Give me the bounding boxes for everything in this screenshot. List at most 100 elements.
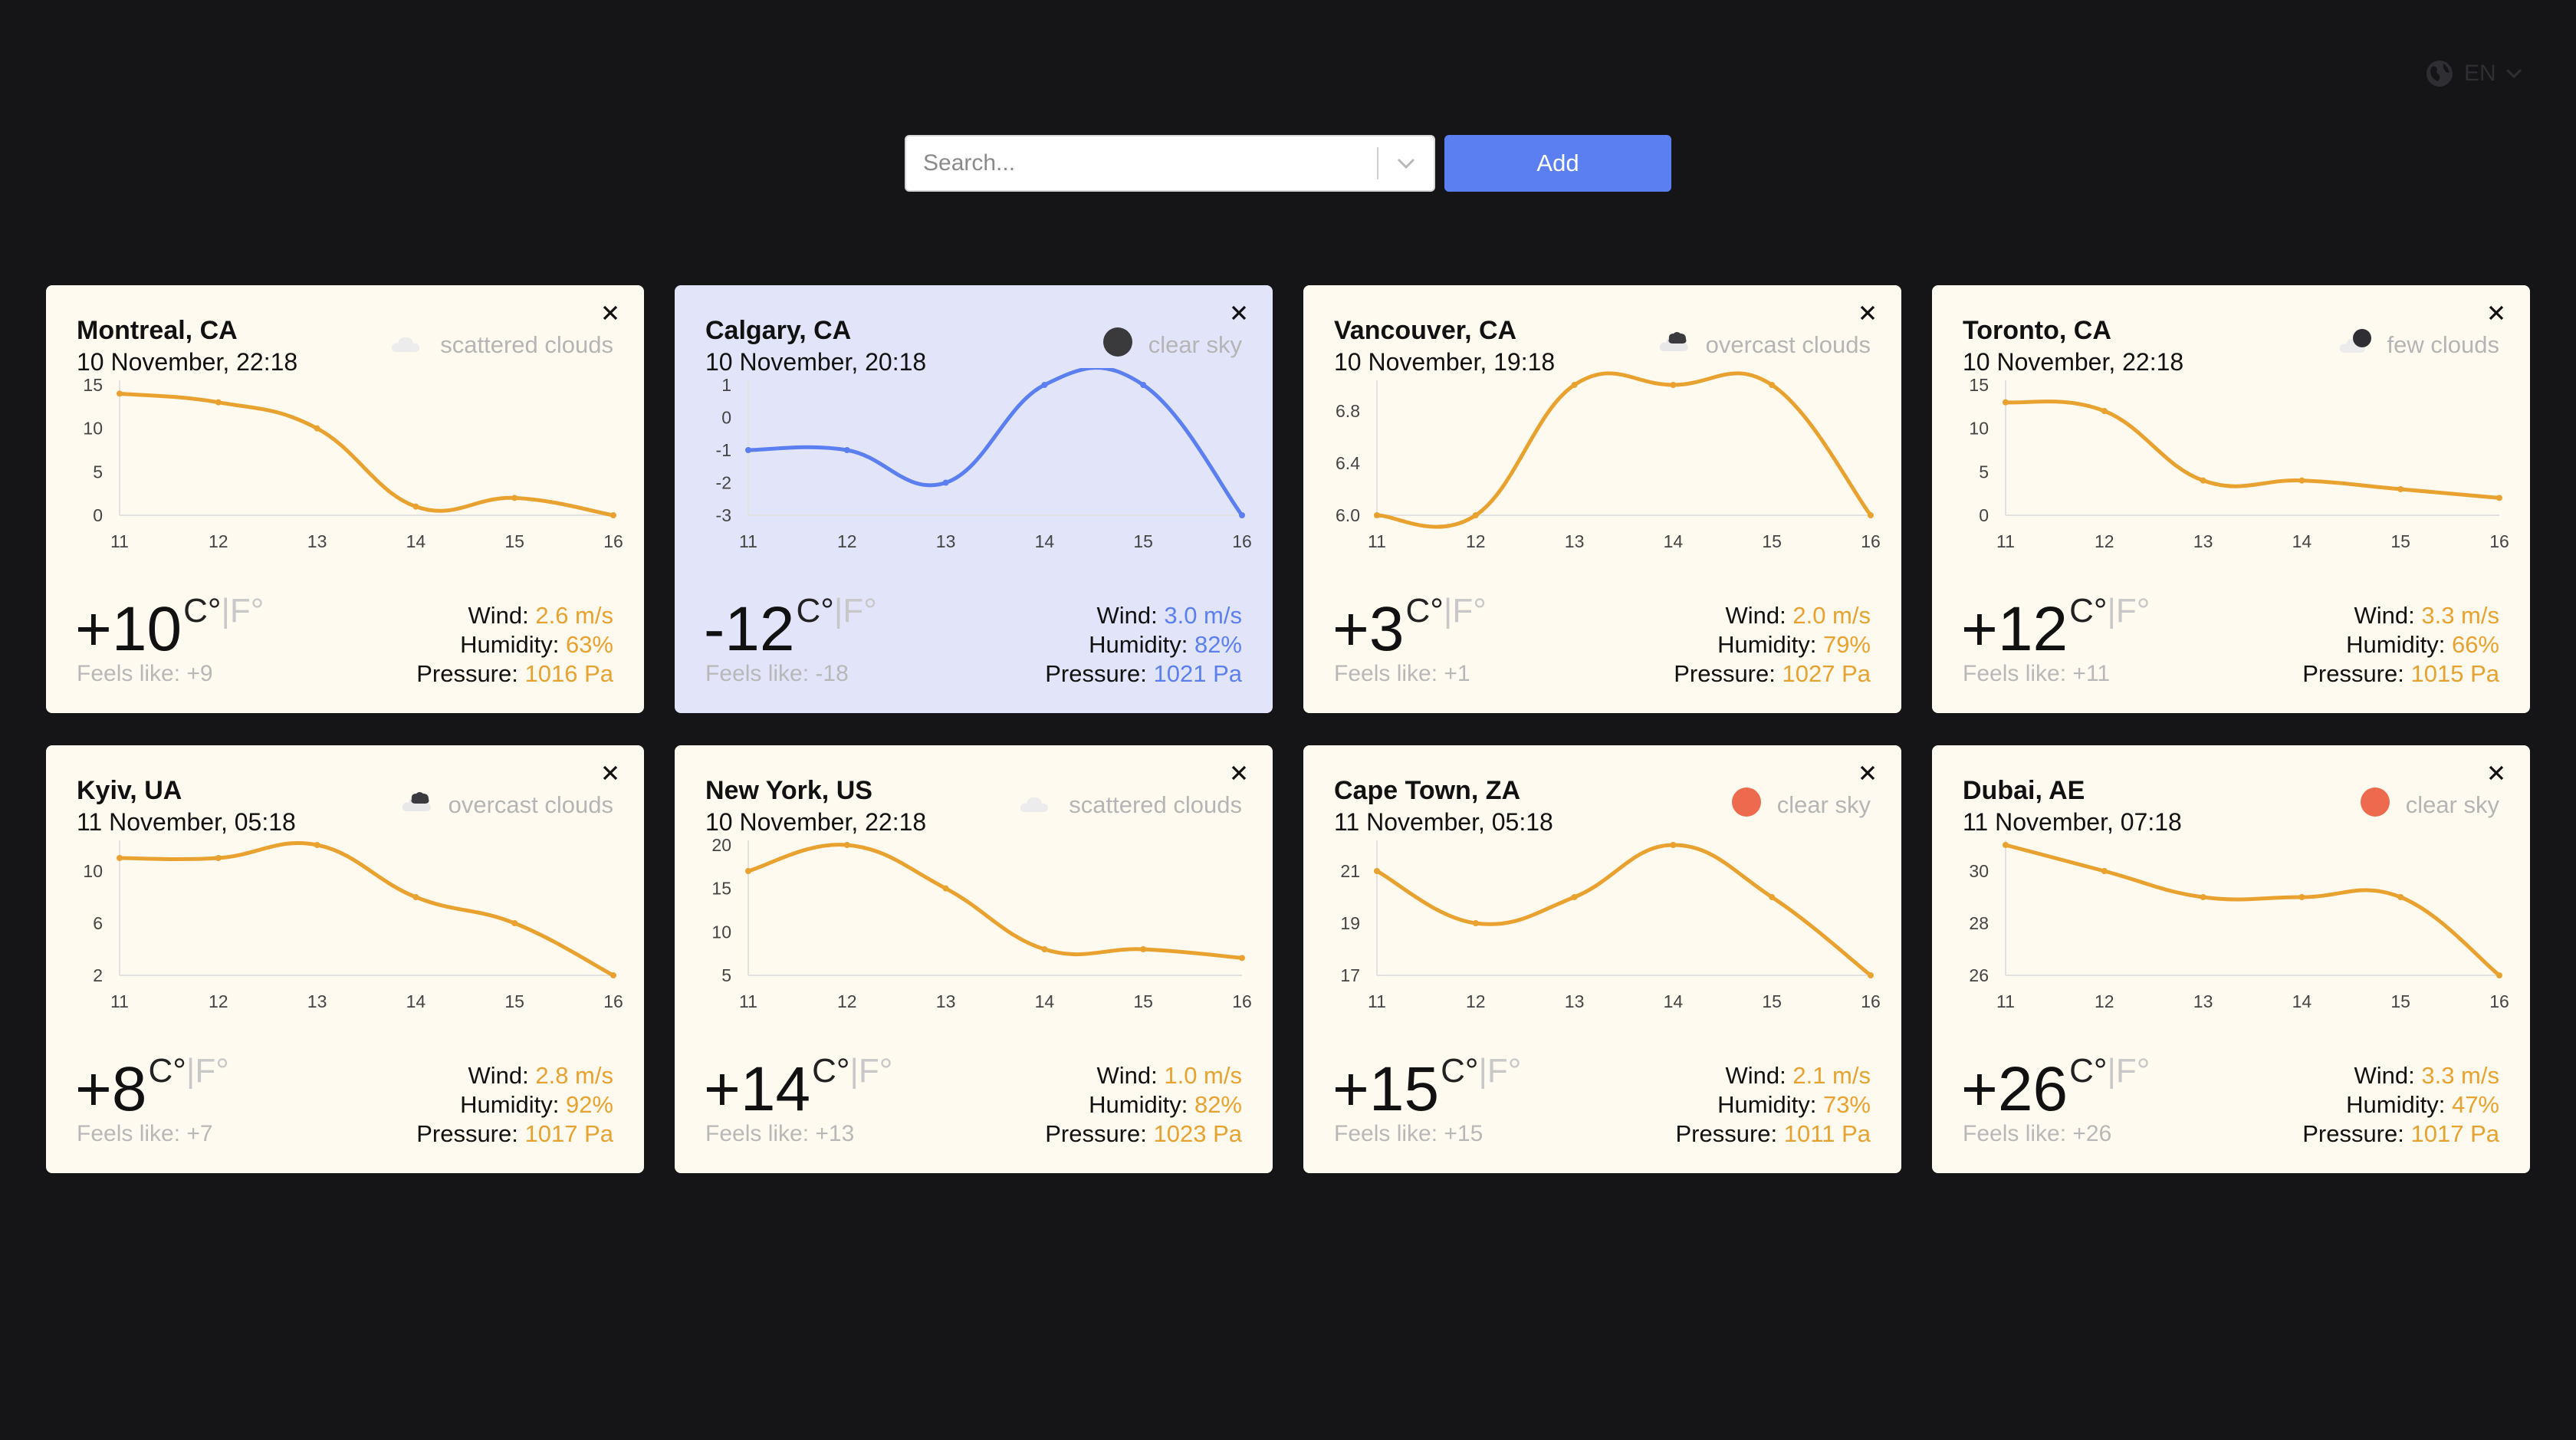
data-point[interactable] (1571, 894, 1578, 900)
celsius-toggle[interactable]: C° (812, 1052, 849, 1090)
city-card: Cape Town, ZA 11 November, 05:18 clear sky… (1303, 745, 1901, 1173)
data-point[interactable] (1041, 946, 1048, 952)
x-tick-label: 14 (2292, 991, 2312, 1011)
fahrenheit-toggle[interactable]: F° (195, 1052, 228, 1090)
data-point[interactable] (2496, 495, 2502, 501)
fahrenheit-toggle[interactable]: F° (1487, 1052, 1521, 1090)
data-point[interactable] (2200, 477, 2206, 484)
series-line (2003, 843, 2502, 978)
data-point[interactable] (1374, 868, 1380, 874)
data-point[interactable] (314, 842, 320, 848)
wind-label: Wind: (468, 602, 529, 629)
celsius-toggle[interactable]: C° (1441, 1052, 1478, 1090)
feels-like: Feels like: +26 (1963, 1121, 2111, 1147)
celsius-toggle[interactable]: C° (2069, 592, 2107, 630)
weather-stats: Wind: 2.1 m/s Humidity: 73% Pressure: 1011… (1676, 1061, 1871, 1149)
data-point[interactable] (843, 842, 850, 848)
data-point[interactable] (1571, 382, 1578, 388)
data-point[interactable] (942, 479, 949, 486)
data-point[interactable] (745, 868, 751, 874)
data-point[interactable] (1041, 382, 1048, 388)
remove-city-button[interactable] (596, 299, 624, 327)
celsius-toggle[interactable]: C° (183, 592, 221, 630)
data-point[interactable] (2397, 486, 2404, 492)
data-point[interactable] (1472, 512, 1479, 518)
pressure-value: 1017 Pa (524, 1120, 614, 1147)
x-tick-label: 11 (110, 531, 129, 551)
y-tick-label: 21 (1340, 861, 1360, 881)
remove-city-button[interactable] (1854, 299, 1881, 327)
data-point[interactable] (942, 885, 949, 892)
x-tick-label: 12 (209, 991, 228, 1011)
remove-city-button[interactable] (1854, 759, 1881, 787)
y-tick-label: 6.4 (1336, 453, 1360, 473)
remove-city-button[interactable] (1225, 759, 1253, 787)
data-point[interactable] (2298, 894, 2305, 900)
wind-row: Wind: 3.3 m/s (2302, 1061, 2499, 1090)
data-point[interactable] (2003, 842, 2009, 848)
data-point[interactable] (1868, 972, 1874, 978)
fahrenheit-toggle[interactable]: F° (843, 592, 876, 630)
data-point[interactable] (314, 425, 320, 432)
feels-like-label: Feels like: (1963, 661, 2067, 686)
data-point[interactable] (2101, 868, 2108, 874)
data-point[interactable] (215, 399, 222, 406)
data-point[interactable] (2496, 972, 2502, 978)
data-point[interactable] (1472, 920, 1479, 926)
remove-city-button[interactable] (1225, 299, 1253, 327)
data-point[interactable] (2003, 399, 2009, 406)
data-point[interactable] (1140, 382, 1147, 388)
data-point[interactable] (1374, 512, 1380, 518)
remove-city-button[interactable] (596, 759, 624, 787)
data-point[interactable] (117, 390, 123, 397)
data-point[interactable] (2101, 408, 2108, 414)
y-tick-label: 6 (93, 913, 103, 933)
remove-city-button[interactable] (2482, 299, 2510, 327)
fahrenheit-toggle[interactable]: F° (2116, 1052, 2150, 1090)
wind-label: Wind: (2354, 1062, 2415, 1089)
humidity-value: 73% (1822, 1091, 1871, 1118)
data-point[interactable] (1769, 382, 1776, 388)
data-point[interactable] (412, 503, 419, 510)
data-point[interactable] (1140, 946, 1147, 952)
language-switcher[interactable]: EN (2424, 55, 2522, 92)
data-point[interactable] (1239, 955, 1245, 962)
celsius-toggle[interactable]: C° (149, 1052, 186, 1090)
data-point[interactable] (1769, 894, 1776, 900)
data-point[interactable] (412, 894, 419, 900)
fahrenheit-toggle[interactable]: F° (2116, 592, 2150, 630)
weather-stats: Wind: 2.0 m/s Humidity: 79% Pressure: 1027… (1674, 601, 1871, 689)
humidity-label: Humidity: (460, 631, 560, 658)
data-point[interactable] (117, 855, 123, 861)
fahrenheit-toggle[interactable]: F° (859, 1052, 892, 1090)
data-point[interactable] (1868, 512, 1874, 518)
data-point[interactable] (2298, 477, 2305, 484)
search-dropdown-toggle[interactable] (1378, 136, 1434, 190)
celsius-toggle[interactable]: C° (797, 592, 834, 630)
data-point[interactable] (2200, 894, 2206, 900)
data-point[interactable] (745, 447, 751, 453)
data-point[interactable] (215, 855, 222, 861)
x-tick-label: 14 (1664, 531, 1684, 551)
add-city-button[interactable]: Add (1444, 135, 1671, 192)
series-line (746, 368, 1244, 518)
search-input[interactable] (906, 150, 1377, 177)
humidity-value: 92% (565, 1091, 613, 1118)
city-search-select[interactable] (905, 135, 1435, 192)
fahrenheit-toggle[interactable]: F° (1452, 592, 1486, 630)
fahrenheit-toggle[interactable]: F° (230, 592, 264, 630)
data-point[interactable] (1239, 512, 1245, 518)
x-tick-label: 15 (1762, 991, 1782, 1011)
data-point[interactable] (1670, 382, 1677, 388)
data-point[interactable] (843, 447, 850, 453)
data-point[interactable] (610, 972, 616, 978)
data-point[interactable] (1670, 842, 1677, 848)
pressure-row: Pressure: 1021 Pa (1045, 659, 1242, 689)
data-point[interactable] (610, 512, 616, 518)
data-point[interactable] (2397, 894, 2404, 900)
celsius-toggle[interactable]: C° (1406, 592, 1444, 630)
celsius-toggle[interactable]: C° (2069, 1052, 2107, 1090)
remove-city-button[interactable] (2482, 759, 2510, 787)
data-point[interactable] (511, 920, 518, 926)
data-point[interactable] (511, 495, 518, 501)
